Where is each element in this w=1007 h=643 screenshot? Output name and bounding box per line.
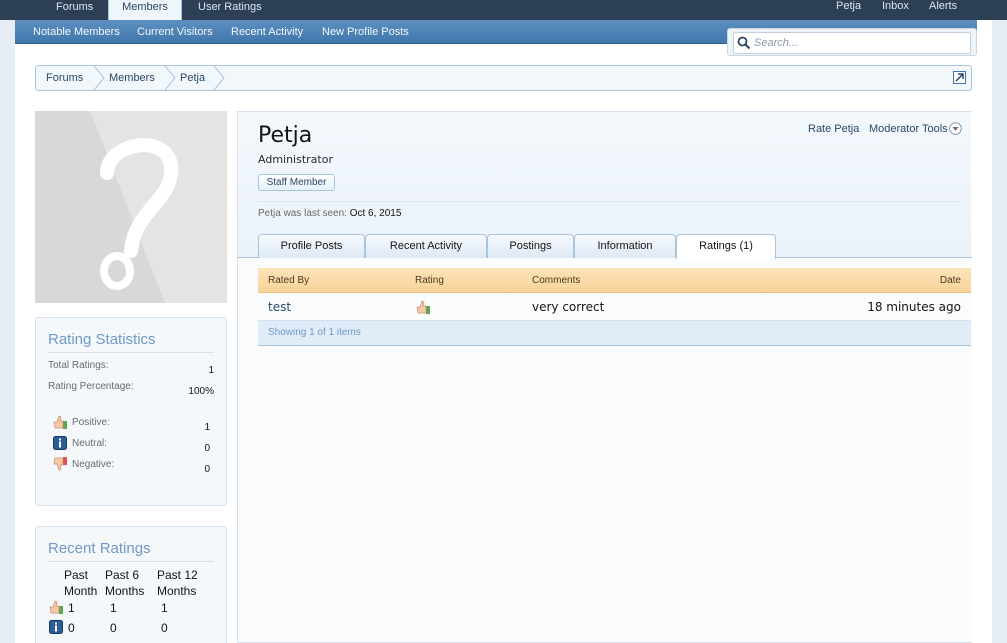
rating-date: 18 minutes ago	[867, 300, 961, 314]
column-label-line: Past 6	[105, 568, 140, 582]
current-visitors-link[interactable]: Current Visitors	[137, 20, 213, 44]
staff-member-badge: Staff Member	[258, 174, 335, 191]
tab-recent-activity[interactable]: Recent Activity	[365, 234, 487, 258]
tab-user-ratings[interactable]: User Ratings	[198, 0, 262, 20]
new-profile-posts-link[interactable]: New Profile Posts	[322, 20, 409, 44]
column-label-line: Month	[64, 584, 98, 598]
negative-label: Negative:	[72, 459, 115, 470]
positive-past-12-months: 1	[161, 601, 168, 615]
negative-value: 0	[204, 464, 210, 475]
thumbs-up-icon	[49, 600, 63, 614]
rating-statistics-block: Rating Statistics Total Ratings: 1 Ratin…	[35, 317, 227, 506]
rated-by-link[interactable]: test	[268, 294, 291, 320]
rating-percentage-label: Rating Percentage:	[48, 381, 134, 392]
info-icon	[49, 620, 63, 634]
table-row: test very correct 18 minutes ago	[258, 294, 971, 320]
tab-information[interactable]: Information	[574, 234, 676, 258]
divider	[48, 561, 214, 562]
neutral-label: Neutral:	[72, 438, 108, 449]
column-label-line: Months	[105, 584, 145, 598]
positive-label: Positive:	[72, 417, 110, 428]
total-ratings-value: 1	[208, 365, 214, 376]
column-label-line: Past	[64, 568, 89, 582]
breadcrumb-petja[interactable]: Petja	[180, 66, 205, 90]
last-seen-date: Oct 6, 2015	[349, 208, 402, 219]
column-rated-by[interactable]: Rated By	[268, 268, 309, 293]
breadcrumb-members[interactable]: Members	[109, 66, 155, 90]
thumbs-up-icon	[416, 300, 430, 314]
breadcrumb-forums[interactable]: Forums	[46, 66, 83, 90]
divider	[258, 201, 962, 202]
breadcrumb-separator-icon	[165, 66, 176, 90]
positive-past-6-months: 1	[110, 601, 117, 615]
default-avatar-question-icon	[90, 111, 227, 303]
alerts-link[interactable]: Alerts	[929, 0, 957, 13]
rating-statistics-title: Rating Statistics	[48, 331, 156, 348]
column-past-12-months: Past 12 Months	[157, 567, 198, 599]
ratings-table-header: Rated By Rating Comments Date	[258, 268, 971, 293]
ratings-table-footer: Showing 1 of 1 items	[258, 320, 971, 346]
info-icon	[53, 436, 67, 450]
divider	[48, 352, 214, 353]
column-past-month: Past Month	[64, 567, 97, 599]
breadcrumb-separator-icon	[94, 66, 105, 90]
tab-forums[interactable]: Forums	[56, 0, 96, 20]
tab-profile-posts[interactable]: Profile Posts	[258, 234, 365, 258]
tab-postings[interactable]: Postings	[487, 234, 574, 258]
page-gutter-left	[0, 20, 15, 643]
thumbs-up-icon	[53, 415, 67, 429]
page-gutter-right	[992, 20, 1007, 643]
items-count: Showing 1 of 1 items	[268, 327, 361, 338]
tab-ratings[interactable]: Ratings (1)	[676, 234, 776, 259]
inbox-link[interactable]: Inbox	[882, 0, 909, 13]
neutral-past-6-months: 0	[110, 621, 117, 635]
rating-percentage-value: 100%	[188, 386, 214, 397]
neutral-past-month: 0	[68, 621, 75, 635]
last-seen-label: Petja was last seen:	[258, 208, 347, 219]
total-ratings-label: Total Ratings:	[48, 360, 109, 371]
recent-activity-link[interactable]: Recent Activity	[231, 20, 303, 44]
last-seen: Petja was last seen: Oct 6, 2015	[258, 208, 401, 219]
recent-ratings-block: Recent Ratings Past Month Past 6 Months …	[35, 526, 227, 643]
rate-user-link[interactable]: Rate Petja	[808, 123, 859, 135]
chevron-down-icon[interactable]	[949, 122, 962, 135]
column-comments[interactable]: Comments	[532, 268, 580, 293]
notable-members-link[interactable]: Notable Members	[33, 20, 120, 44]
column-past-6-months: Past 6 Months	[105, 567, 144, 599]
neutral-value: 0	[204, 443, 210, 454]
positive-past-month: 1	[68, 601, 75, 615]
tab-members[interactable]: Members	[108, 0, 182, 22]
column-rating[interactable]: Rating	[415, 268, 444, 293]
search-icon	[737, 36, 751, 50]
profile-username: Petja	[258, 123, 313, 148]
breadcrumb-separator-icon	[214, 66, 225, 90]
column-date[interactable]: Date	[940, 268, 961, 293]
search-input[interactable]: Search...	[733, 32, 971, 54]
jump-to-page-icon[interactable]	[953, 71, 966, 84]
thumbs-down-icon	[53, 457, 67, 471]
neutral-past-12-months: 0	[161, 621, 168, 635]
profile-user-title: Administrator	[258, 153, 333, 166]
positive-value: 1	[204, 422, 210, 433]
recent-ratings-title: Recent Ratings	[48, 540, 151, 557]
column-label-line: Months	[157, 584, 197, 598]
column-label-line: Past 12	[157, 568, 198, 582]
rating-comment: very correct	[532, 300, 605, 314]
moderator-tools-link[interactable]: Moderator Tools	[869, 123, 948, 135]
avatar[interactable]	[35, 111, 227, 303]
account-link[interactable]: Petja	[836, 0, 861, 13]
